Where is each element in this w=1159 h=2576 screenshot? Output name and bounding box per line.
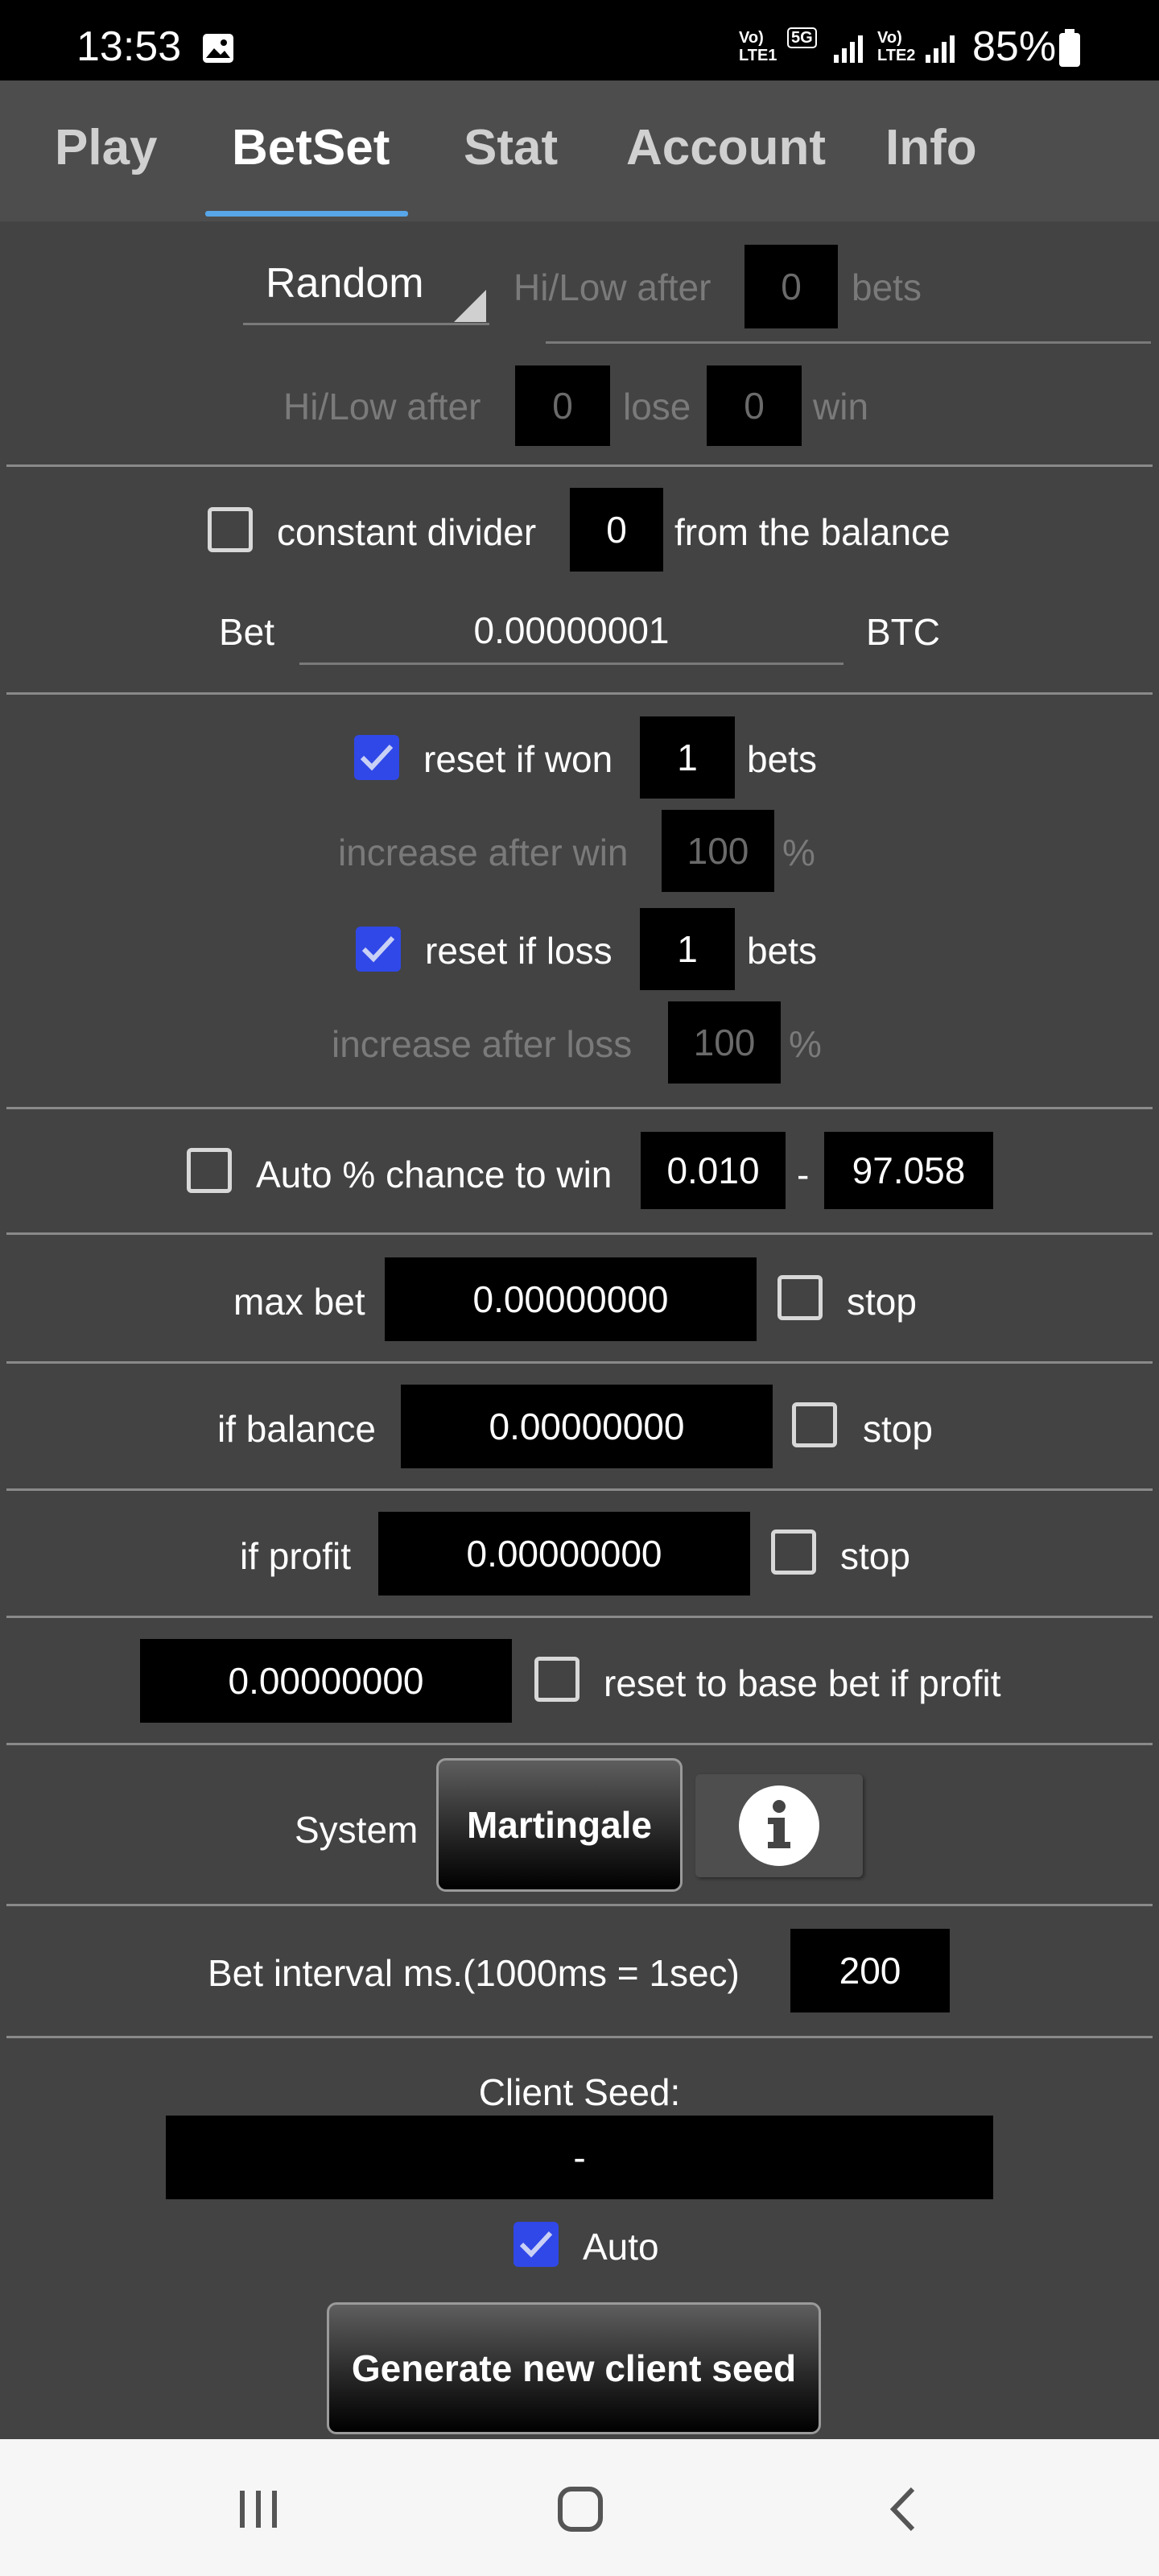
divider — [6, 1488, 1153, 1491]
reset-profit-input[interactable]: 0.00000000 — [140, 1639, 512, 1723]
gallery-icon — [203, 34, 233, 63]
bet-label: Bet — [219, 611, 275, 653]
max-bet-input[interactable]: 0.00000000 — [385, 1257, 757, 1341]
underline — [546, 341, 1151, 344]
mode-select[interactable]: Random — [243, 254, 489, 325]
reset-if-loss-input[interactable]: 1 — [640, 908, 735, 990]
max-bet-stop-checkbox[interactable] — [777, 1275, 823, 1320]
increase-after-loss-percent: % — [789, 1023, 822, 1065]
max-bet-stop-label: stop — [847, 1281, 917, 1323]
increase-after-loss-input[interactable]: 100 — [668, 1001, 781, 1084]
divider — [6, 1107, 1153, 1109]
network-type: 5G — [787, 27, 817, 48]
divider — [6, 1232, 1153, 1235]
increase-after-win-label: increase after win — [338, 832, 629, 873]
if-balance-label: if balance — [217, 1408, 376, 1450]
if-profit-input[interactable]: 0.00000000 — [378, 1512, 750, 1596]
tab-betset[interactable]: BetSet — [232, 119, 390, 176]
constant-divider-input[interactable]: 0 — [570, 488, 663, 572]
bet-currency: BTC — [866, 611, 940, 653]
tab-play[interactable]: Play — [55, 119, 158, 176]
auto-chance-checkbox[interactable] — [187, 1148, 232, 1193]
divider — [6, 464, 1153, 467]
if-profit-stop-checkbox[interactable] — [771, 1530, 816, 1575]
divider — [6, 1616, 1153, 1618]
generate-seed-button[interactable]: Generate new client seed — [327, 2302, 821, 2434]
lose-label: lose — [623, 386, 691, 427]
reset-if-won-checkbox[interactable] — [354, 735, 399, 780]
signal-icon — [926, 35, 955, 63]
divider — [6, 1361, 1153, 1364]
divider — [6, 1904, 1153, 1906]
sim2-label: Vo) LTE2 — [877, 29, 916, 64]
divider — [6, 1743, 1153, 1745]
battery-icon — [1059, 29, 1080, 67]
if-profit-label: if profit — [240, 1535, 352, 1577]
hilow2-label: Hi/Low after — [283, 386, 481, 427]
system-info-button[interactable] — [695, 1774, 863, 1877]
auto-chance-max-input[interactable]: 97.058 — [824, 1132, 993, 1209]
reset-if-won-bets: bets — [747, 738, 817, 780]
from-balance-label: from the balance — [674, 511, 951, 553]
if-profit-stop-label: stop — [840, 1535, 910, 1577]
reset-if-loss-bets: bets — [747, 930, 817, 972]
if-balance-input[interactable]: 0.00000000 — [401, 1385, 773, 1468]
increase-after-win-input[interactable]: 100 — [662, 810, 774, 892]
if-balance-stop-label: stop — [863, 1408, 933, 1450]
reset-if-won-label: reset if won — [423, 738, 613, 780]
increase-after-loss-label: increase after loss — [332, 1023, 633, 1065]
divider — [6, 2036, 1153, 2038]
check-icon — [361, 935, 395, 963]
divider — [6, 692, 1153, 695]
win-label: win — [813, 386, 869, 427]
constant-divider-checkbox[interactable] — [208, 507, 253, 552]
bet-input-value: 0.00000001 — [473, 609, 670, 651]
back-icon[interactable] — [887, 2486, 919, 2533]
system-nav-bar — [0, 2439, 1159, 2576]
home-icon[interactable] — [557, 2486, 604, 2533]
tab-bar — [0, 80, 1159, 221]
reset-profit-checkbox[interactable] — [534, 1657, 580, 1702]
max-bet-label: max bet — [233, 1281, 365, 1323]
system-label: System — [295, 1809, 419, 1851]
mode-select-value: Random — [266, 260, 424, 307]
bet-interval-label: Bet interval ms.(1000ms = 1sec) — [208, 1952, 740, 1994]
auto-chance-min-input[interactable]: 0.010 — [641, 1132, 786, 1209]
hilow-bets-label: bets — [852, 266, 922, 308]
auto-seed-label: Auto — [583, 2226, 659, 2268]
check-icon — [360, 744, 394, 771]
hilow-after-label: Hi/Low after — [514, 266, 711, 308]
tab-account[interactable]: Account — [626, 119, 826, 176]
active-tab-indicator — [205, 211, 408, 217]
bet-input[interactable]: 0.00000001 — [299, 597, 843, 665]
reset-if-loss-label: reset if loss — [425, 930, 612, 972]
battery-percent: 85% — [972, 23, 1057, 70]
reset-if-won-input[interactable]: 1 — [640, 716, 735, 799]
if-balance-stop-checkbox[interactable] — [792, 1402, 837, 1447]
hilow-lose-input[interactable]: 0 — [515, 365, 610, 446]
hilow-after-input[interactable]: 0 — [744, 245, 838, 328]
status-bar: 13:53 Vo) LTE1 5G Vo) LTE2 85% — [0, 0, 1159, 80]
sim1-label: Vo) LTE1 — [739, 29, 777, 64]
constant-divider-label: constant divider — [277, 511, 537, 553]
info-icon — [739, 1785, 819, 1866]
reset-if-loss-checkbox[interactable] — [356, 927, 401, 972]
dropdown-corner-icon — [454, 290, 486, 322]
client-seed-input[interactable]: - — [166, 2116, 993, 2199]
recent-apps-icon[interactable] — [238, 2489, 280, 2529]
clock: 13:53 — [76, 23, 182, 70]
tab-stat[interactable]: Stat — [464, 119, 558, 176]
reset-profit-label: reset to base bet if profit — [604, 1662, 1001, 1704]
signal-icon — [834, 35, 863, 63]
auto-chance-label: Auto % chance to win — [256, 1154, 612, 1195]
tab-info[interactable]: Info — [885, 119, 977, 176]
increase-after-win-percent: % — [782, 832, 815, 873]
auto-chance-separator: - — [797, 1154, 810, 1195]
hilow-win-input[interactable]: 0 — [707, 365, 802, 446]
client-seed-label: Client Seed: — [478, 2071, 681, 2113]
bet-interval-input[interactable]: 200 — [790, 1929, 950, 2013]
check-icon — [519, 2231, 553, 2258]
auto-seed-checkbox[interactable] — [514, 2222, 559, 2267]
martingale-button[interactable]: Martingale — [436, 1758, 683, 1892]
